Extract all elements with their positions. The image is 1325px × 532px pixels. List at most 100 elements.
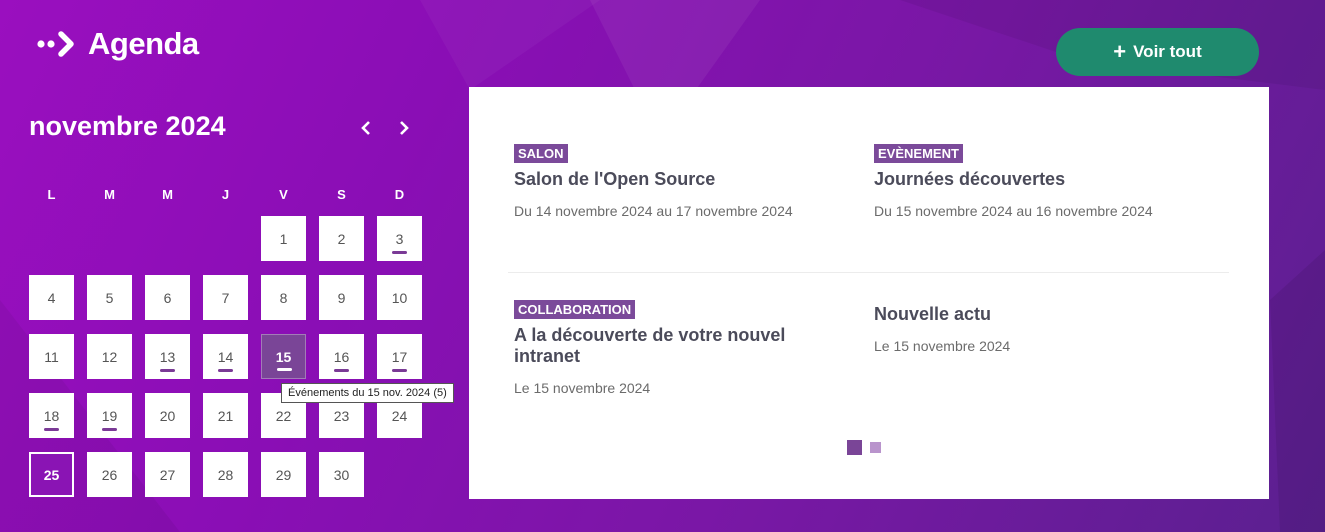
page-title: Agenda: [88, 26, 199, 61]
calendar-month-label: novembre 2024: [29, 111, 226, 141]
day-number: 12: [101, 348, 118, 365]
calendar-day[interactable]: 7: [203, 275, 248, 320]
calendar-day[interactable]: 27: [145, 452, 190, 497]
day-number: 11: [44, 348, 59, 365]
arrow-dots-icon: [36, 29, 78, 59]
prev-month-button[interactable]: [353, 112, 379, 144]
calendar-day[interactable]: 28: [203, 452, 248, 497]
calendar-day[interactable]: 11: [29, 334, 74, 379]
day-number: 19: [101, 407, 118, 424]
day-number: 15: [275, 348, 292, 365]
calendar-day[interactable]: 25: [29, 452, 74, 497]
weekday-label: S: [337, 187, 346, 202]
calendar-day[interactable]: 16: [319, 334, 364, 379]
carousel-pager: [847, 440, 889, 455]
event-card[interactable]: COLLABORATION A la découverte de votre n…: [514, 300, 824, 396]
next-month-button[interactable]: [391, 112, 417, 144]
calendar-day[interactable]: 20: [145, 393, 190, 438]
event-tag: EVÈNEMENT: [874, 144, 963, 163]
weekday-label: L: [47, 187, 56, 202]
day-number: 8: [279, 289, 288, 306]
calendar-day[interactable]: 8: [261, 275, 306, 320]
calendar-day[interactable]: 14: [203, 334, 248, 379]
calendar-day[interactable]: 26: [87, 452, 132, 497]
day-number: 24: [391, 407, 408, 424]
day-number: 29: [275, 466, 292, 483]
event-card[interactable]: Nouvelle actu Le 15 novembre 2024: [874, 298, 1204, 354]
plus-icon: +: [1113, 39, 1127, 64]
agenda-widget: Agenda + Voir tout novembre 2024 L M M J V S D…: [0, 0, 1325, 532]
calendar-day[interactable]: 30: [319, 452, 364, 497]
day-number: 3: [395, 230, 404, 247]
day-number: 25: [43, 466, 60, 483]
calendar-day[interactable]: 4: [29, 275, 74, 320]
event-indicator: [392, 369, 407, 372]
event-date: Du 15 novembre 2024 au 16 novembre 2024: [874, 203, 1153, 219]
day-number: 17: [391, 348, 408, 365]
day-number: 21: [217, 407, 234, 424]
event-date: Du 14 novembre 2024 au 17 novembre 2024: [514, 203, 793, 219]
event-date: Le 15 novembre 2024: [874, 338, 1011, 354]
calendar-day[interactable]: 13: [145, 334, 190, 379]
day-number: 6: [163, 289, 172, 306]
calendar-day[interactable]: 3: [377, 216, 422, 261]
calendar-day[interactable]: 29: [261, 452, 306, 497]
day-tooltip: Événements du 15 nov. 2024 (5): [281, 383, 454, 403]
day-number: 10: [391, 289, 408, 306]
day-number: 7: [221, 289, 230, 306]
weekday-label: J: [221, 187, 230, 202]
day-number: 23: [333, 407, 350, 424]
day-number: 30: [333, 466, 350, 483]
calendar-day[interactable]: 17: [377, 334, 422, 379]
event-indicator: [334, 369, 349, 372]
voir-tout-button[interactable]: + Voir tout: [1056, 28, 1259, 76]
weekday-label: M: [104, 187, 115, 202]
calendar-day[interactable]: 19: [87, 393, 132, 438]
day-number: 5: [105, 289, 114, 306]
event-card[interactable]: EVÈNEMENT Journées découvertes Du 15 nov…: [874, 144, 1204, 219]
day-number: 22: [275, 407, 292, 424]
calendar-day[interactable]: 2: [319, 216, 364, 261]
calendar-day[interactable]: 12: [87, 334, 132, 379]
day-number: 14: [217, 348, 234, 365]
agenda-header: Agenda: [36, 26, 199, 62]
calendar-day[interactable]: 1: [261, 216, 306, 261]
pager-dot-2[interactable]: [870, 442, 881, 453]
events-panel: SALON Salon de l'Open Source Du 14 novem…: [469, 87, 1269, 499]
calendar-day[interactable]: 9: [319, 275, 364, 320]
event-indicator: [44, 428, 59, 431]
event-indicator: [160, 369, 175, 372]
event-indicator: [277, 368, 292, 371]
event-indicator: [392, 251, 407, 254]
event-title[interactable]: Nouvelle actu: [874, 304, 1204, 325]
day-number: 1: [279, 230, 288, 247]
calendar-day[interactable]: 5: [87, 275, 132, 320]
calendar-day[interactable]: 10: [377, 275, 422, 320]
calendar-day[interactable]: 21: [203, 393, 248, 438]
weekday-label: D: [394, 187, 405, 202]
calendar-day[interactable]: 18: [29, 393, 74, 438]
event-title[interactable]: Salon de l'Open Source: [514, 169, 844, 190]
event-tag: SALON: [514, 144, 568, 163]
event-title[interactable]: Journées découvertes: [874, 169, 1204, 190]
event-indicator: [102, 428, 117, 431]
day-number: 13: [159, 348, 176, 365]
day-number: 18: [43, 407, 60, 424]
calendar-day[interactable]: 6: [145, 275, 190, 320]
event-title[interactable]: A la découverte de votre nouvel intranet: [514, 325, 824, 367]
calendar-day[interactable]: 15: [261, 334, 306, 379]
event-tag: COLLABORATION: [514, 300, 636, 319]
day-number: 16: [333, 348, 350, 365]
day-number: 26: [101, 466, 118, 483]
day-number: 2: [337, 230, 346, 247]
day-number: 4: [47, 289, 56, 306]
event-indicator: [218, 369, 233, 372]
pager-dot-1[interactable]: [847, 440, 862, 455]
events-divider: [508, 272, 1229, 273]
voir-tout-label: Voir tout: [1133, 42, 1202, 61]
weekday-label: M: [162, 187, 173, 202]
event-date: Le 15 novembre 2024: [514, 380, 651, 396]
weekday-label: V: [279, 187, 288, 202]
event-card[interactable]: SALON Salon de l'Open Source Du 14 novem…: [514, 144, 844, 219]
day-number: 28: [217, 466, 234, 483]
